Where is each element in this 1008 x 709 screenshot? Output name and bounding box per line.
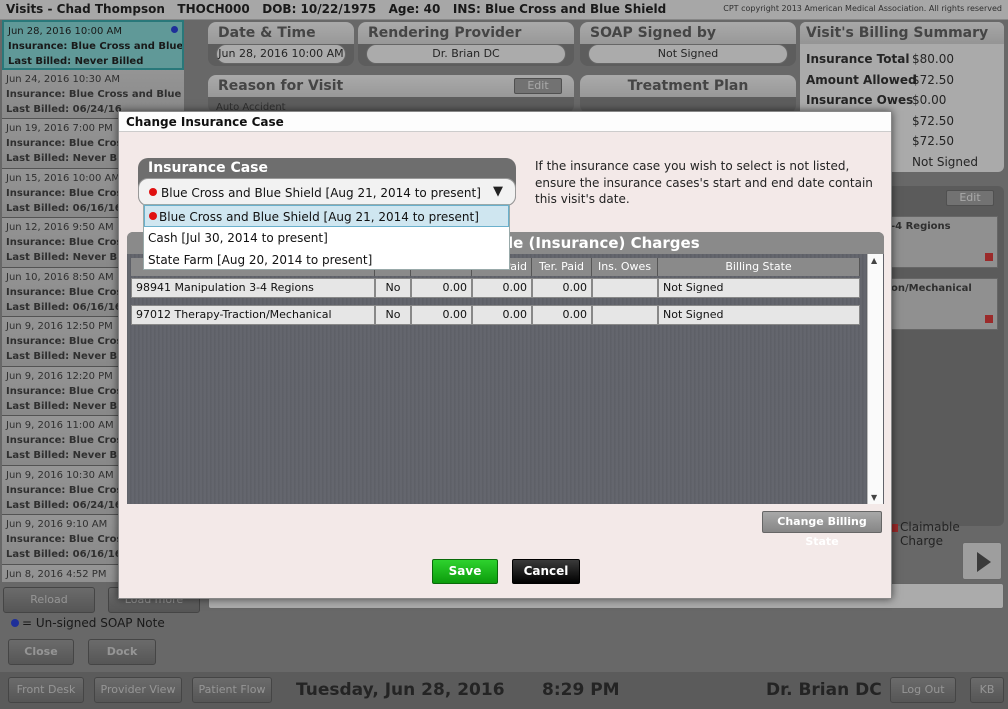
dialog-title: Change Insurance Case [119,112,891,132]
save-button[interactable]: Save [432,559,498,584]
charge-cell-state: Not Signed [658,278,860,298]
charges-title: le (Insurance) Charges [508,234,700,252]
insurance-case-option[interactable]: State Farm [Aug 20, 2014 to present] [144,249,509,271]
charge-cell-flag: No [375,305,411,325]
column-header-billing-state: Billing State [658,258,860,276]
dropdown-arrow-icon: ▼ [493,184,503,199]
scroll-down-icon[interactable]: ▼ [871,493,877,502]
charge-cell-flag: No [375,278,411,298]
change-billing-state-button[interactable]: Change Billing State [762,511,882,548]
insurance-case-selected-value: Blue Cross and Blue Shield [Aug 21, 2014… [161,186,481,200]
charge-row[interactable]: 98941 Manipulation 3-4 Regions No 0.00 0.00… [127,278,867,298]
charge-cell-owes [592,305,658,325]
insurance-case-option[interactable]: Blue Cross and Blue Shield [Aug 21, 2014… [144,205,509,227]
charge-cell-paid: 0.00 [472,305,532,325]
charge-cell-a: 0.00 [411,278,472,298]
insurance-case-label: Insurance Case [148,160,269,176]
charges-grid: Paid Ter. Paid Ins. Owes Billing State 9… [127,254,884,504]
insurance-case-group: Insurance Case Blue Cross and Blue Shiel… [138,158,516,206]
insurance-case-note: If the insurance case you wish to select… [535,159,873,206]
column-header-ins-owes: Ins. Owes [592,258,658,276]
insurance-case-option-label: Blue Cross and Blue Shield [Aug 21, 2014… [159,210,479,224]
charge-cell-code: 98941 Manipulation 3-4 Regions [131,278,375,298]
charge-cell-state: Not Signed [658,305,860,325]
change-insurance-case-dialog: Change Insurance Case Insurance Case Blu… [118,111,892,599]
column-header-ter-paid: Ter. Paid [532,258,592,276]
status-dot-icon [149,212,157,220]
status-dot-icon [149,188,157,196]
scroll-up-icon[interactable]: ▲ [871,256,877,265]
charge-cell-a: 0.00 [411,305,472,325]
insurance-case-dropdown-list[interactable]: Blue Cross and Blue Shield [Aug 21, 2014… [143,204,510,270]
charge-cell-ter: 0.00 [532,278,592,298]
charge-cell-code: 97012 Therapy-Traction/Mechanical [131,305,375,325]
insurance-case-select[interactable]: Blue Cross and Blue Shield [Aug 21, 2014… [138,178,516,206]
charge-cell-ter: 0.00 [532,305,592,325]
charge-cell-owes [592,278,658,298]
charge-row[interactable]: 97012 Therapy-Traction/Mechanical No 0.00 0… [127,305,867,325]
charges-scrollbar[interactable]: ▲ ▼ [867,254,883,504]
insurance-charges-panel: le (Insurance) Charges Paid Ter. Paid In… [127,232,884,504]
cancel-button[interactable]: Cancel [512,559,580,584]
charge-cell-paid: 0.00 [472,278,532,298]
insurance-case-option[interactable]: Cash [Jul 30, 2014 to present] [144,227,509,249]
